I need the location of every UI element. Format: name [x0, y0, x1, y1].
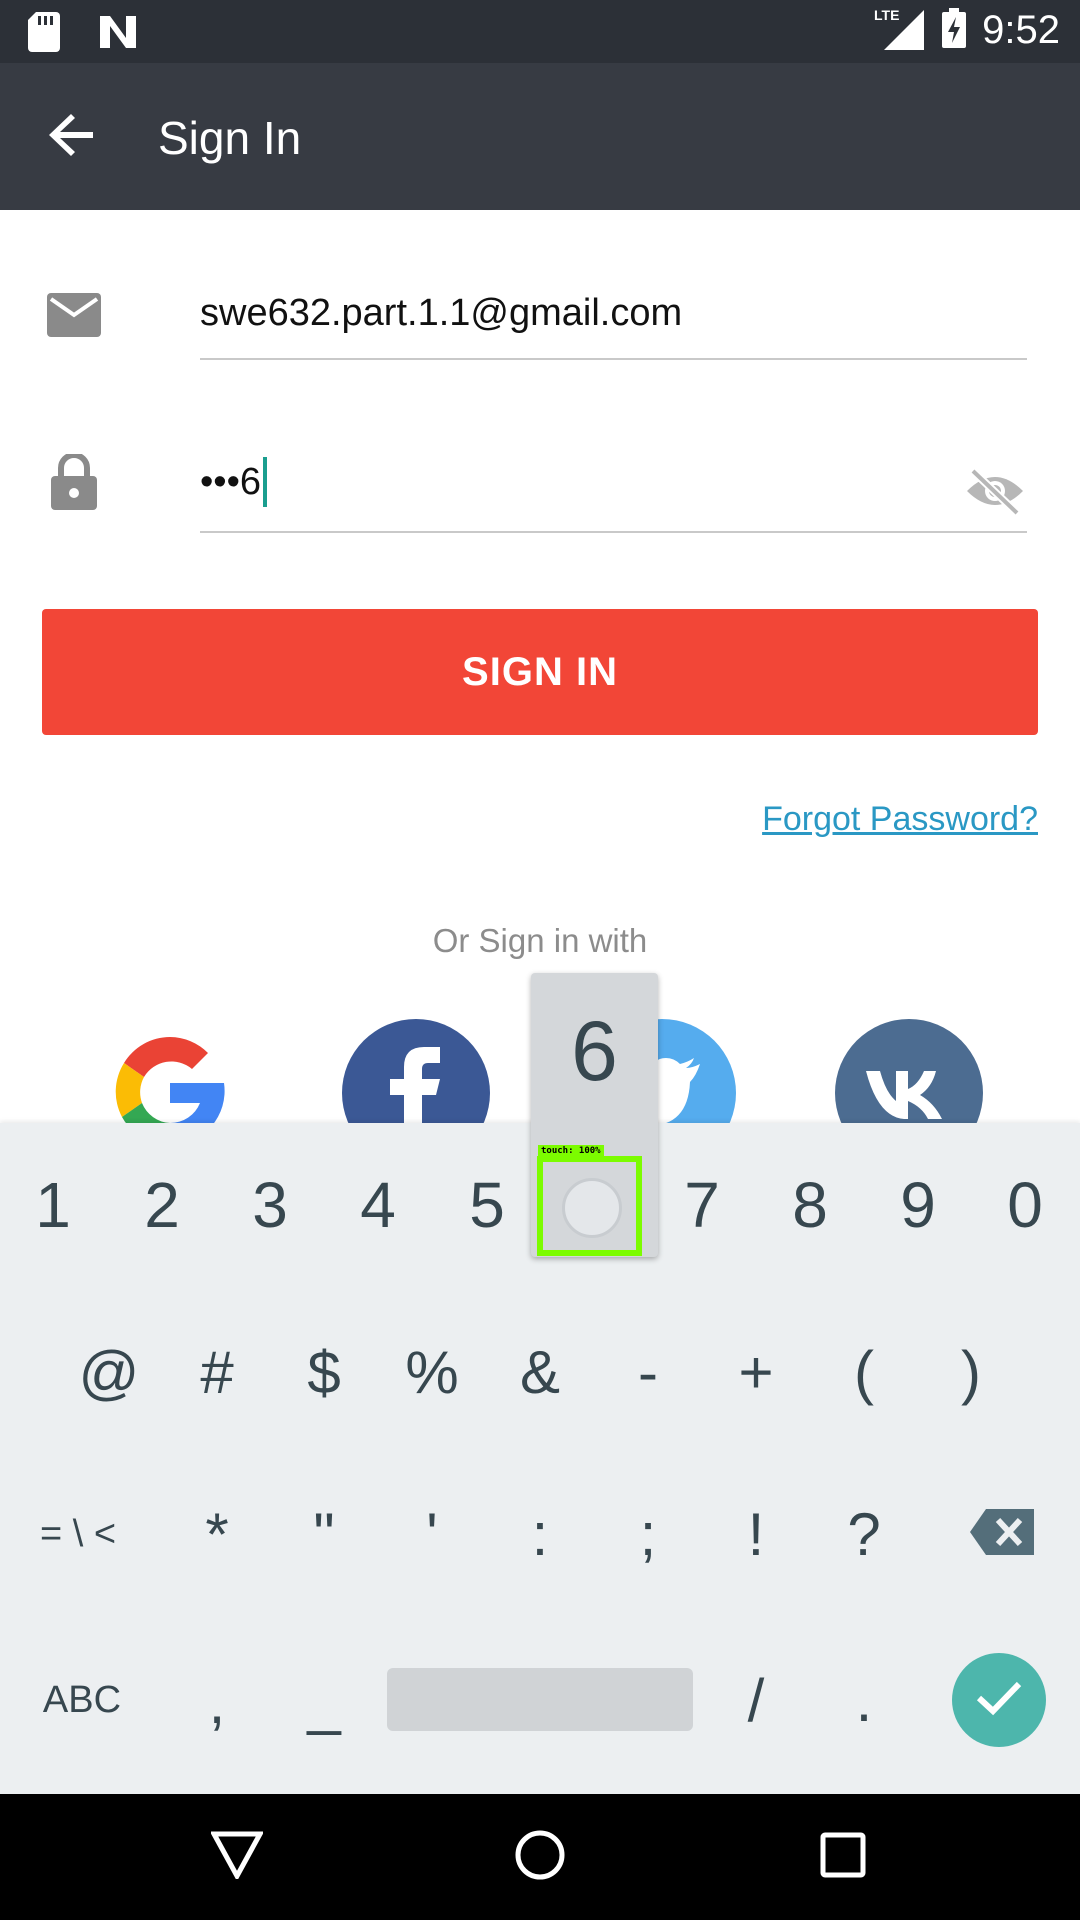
key-7[interactable]: 7 — [667, 1165, 737, 1245]
key-5[interactable]: 5 — [452, 1165, 522, 1245]
key-ampersand[interactable]: & — [505, 1332, 575, 1412]
key-at[interactable]: @ — [74, 1332, 144, 1412]
nav-recents-button[interactable] — [808, 1822, 878, 1892]
lock-icon — [44, 452, 104, 512]
toggle-password-visibility-button[interactable] — [963, 461, 1027, 525]
backspace-key[interactable] — [962, 1504, 1042, 1564]
key-asterisk[interactable]: * — [182, 1494, 252, 1574]
lte-text: LTE — [874, 7, 899, 23]
key-exclamation[interactable]: ! — [721, 1494, 791, 1574]
status-time: 9:52 — [982, 8, 1060, 52]
key-open-paren[interactable]: ( — [829, 1332, 899, 1412]
navigation-bar — [0, 1794, 1080, 1920]
sign-in-button[interactable]: SIGN IN — [42, 609, 1038, 735]
status-bar: LTE 9:52 — [0, 0, 1080, 63]
key-0[interactable]: 0 — [990, 1165, 1060, 1245]
key-abc[interactable]: ABC — [30, 1660, 134, 1740]
key-3[interactable]: 3 — [235, 1165, 305, 1245]
check-icon — [975, 1680, 1023, 1721]
eye-off-icon — [965, 467, 1025, 520]
key-percent[interactable]: % — [397, 1332, 467, 1412]
space-key[interactable] — [387, 1668, 693, 1731]
email-field[interactable]: swe632.part.1.1@gmail.com — [200, 280, 1027, 360]
key-comma[interactable]: , — [182, 1662, 252, 1742]
touch-highlight-box — [537, 1156, 642, 1256]
key-1[interactable]: 1 — [18, 1165, 88, 1245]
circle-home-icon — [514, 1829, 566, 1886]
key-plus[interactable]: + — [721, 1332, 791, 1412]
key-question[interactable]: ? — [829, 1494, 899, 1574]
vk-icon — [864, 1063, 954, 1124]
nav-back-button[interactable] — [202, 1822, 272, 1892]
key-preview-char: 6 — [571, 1004, 618, 1098]
square-recents-icon — [819, 1831, 867, 1884]
key-single-quote[interactable]: ' — [397, 1494, 467, 1574]
battery-charging-icon — [942, 8, 967, 53]
key-close-paren[interactable]: ) — [936, 1332, 1006, 1412]
key-minus[interactable]: - — [613, 1332, 683, 1412]
key-dollar[interactable]: $ — [289, 1332, 359, 1412]
arrow-back-icon — [49, 113, 95, 161]
app-bar: Sign In — [0, 63, 1080, 210]
key-more-symbols[interactable]: = \ < — [28, 1494, 128, 1574]
key-hash[interactable]: # — [182, 1332, 252, 1412]
key-9[interactable]: 9 — [883, 1165, 953, 1245]
forgot-password-link[interactable]: Forgot Password? — [762, 800, 1038, 839]
n-notification-icon — [98, 14, 138, 55]
key-period[interactable]: . — [829, 1660, 899, 1740]
key-underscore[interactable]: _ — [289, 1662, 359, 1742]
done-key[interactable] — [952, 1653, 1046, 1747]
page-title: Sign In — [158, 112, 302, 164]
touch-label: touch: 100% — [538, 1145, 604, 1157]
password-value: •••6 — [200, 460, 262, 503]
password-field[interactable]: •••6 — [200, 453, 1027, 533]
lte-signal-icon: LTE — [874, 6, 926, 55]
back-button[interactable] — [36, 105, 108, 169]
key-double-quote[interactable]: " — [289, 1494, 359, 1574]
triangle-back-icon — [209, 1831, 265, 1884]
key-8[interactable]: 8 — [775, 1165, 845, 1245]
key-colon[interactable]: : — [505, 1494, 575, 1574]
mail-icon — [44, 285, 104, 345]
key-2[interactable]: 2 — [127, 1165, 197, 1245]
text-caret — [263, 457, 268, 507]
sd-card-icon — [28, 12, 60, 57]
key-semicolon[interactable]: ; — [613, 1494, 683, 1574]
email-value: swe632.part.1.1@gmail.com — [200, 292, 683, 334]
nav-home-button[interactable] — [505, 1822, 575, 1892]
or-sign-in-with-label: Or Sign in with — [432, 922, 648, 959]
backspace-icon — [970, 1508, 1034, 1560]
key-slash[interactable]: / — [721, 1660, 791, 1740]
key-4[interactable]: 4 — [343, 1165, 413, 1245]
